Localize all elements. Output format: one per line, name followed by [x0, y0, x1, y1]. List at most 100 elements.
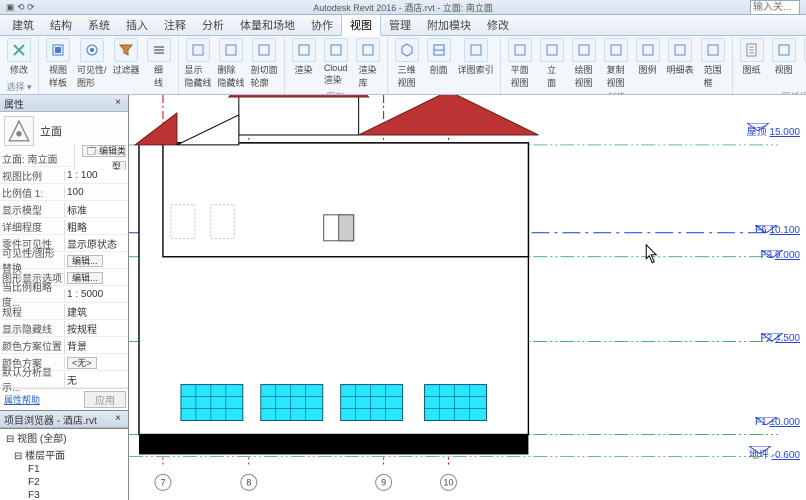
menu-tab-体量和场地[interactable]: 体量和场地 — [232, 15, 303, 35]
scope-button[interactable]: 范围框 — [698, 37, 728, 90]
level-label[interactable]: F6 10.100 — [755, 225, 800, 236]
ribbon-group: 三维视图剖面详图索引 — [388, 36, 501, 94]
tree-node[interactable]: ⊟ 楼层平面 — [0, 446, 128, 463]
prop-value[interactable]: 按规程 — [64, 321, 128, 336]
menu-tab-建筑[interactable]: 建筑 — [4, 15, 42, 35]
prop-value[interactable]: 编辑... — [64, 254, 128, 267]
browser-title: 项目浏览器 - 酒店.rvt — [4, 412, 97, 427]
draft-button[interactable]: 绘图视图 — [569, 37, 599, 90]
ribbon-group: 修改选择 ▾ — [0, 36, 39, 94]
menu-tab-插入[interactable]: 插入 — [118, 15, 156, 35]
menu-tab-管理[interactable]: 管理 — [381, 15, 419, 35]
tree-node[interactable]: F2 — [0, 476, 128, 489]
menu-tab-分析[interactable]: 分析 — [194, 15, 232, 35]
sheet-button[interactable]: 图纸 — [737, 37, 767, 90]
prop-value[interactable]: 建筑 — [64, 304, 128, 319]
prop-row: 详细程度粗略 — [0, 218, 128, 235]
title-button[interactable]: 标题栏 — [801, 37, 806, 90]
ribbon-group: 视图样板可见性/图形过滤器细线 — [39, 36, 179, 94]
menu-tab-修改[interactable]: 修改 — [479, 15, 517, 35]
tree-node[interactable]: F3 — [0, 489, 128, 500]
menu-tab-系统[interactable]: 系统 — [80, 15, 118, 35]
menu-tab-附加模块[interactable]: 附加模块 — [419, 15, 479, 35]
menu-tab-结构[interactable]: 结构 — [42, 15, 80, 35]
props-help[interactable]: 属性帮助 — [2, 391, 84, 408]
detail-button[interactable]: 详图索引 — [456, 37, 496, 90]
menu-tab-协作[interactable]: 协作 — [303, 15, 341, 35]
type-name: 立面 — [40, 123, 62, 139]
schedule-button[interactable]: 明细表 — [665, 37, 696, 90]
prop-row: 比例值 1:100 — [0, 184, 128, 201]
prop-key: 比例值 1: — [0, 185, 64, 200]
ribbon-group: 渲染Cloud渲染渲染库图形 — [285, 36, 388, 94]
render-gallery-button[interactable]: 渲染库 — [353, 37, 383, 90]
search-input[interactable] — [750, 0, 800, 15]
dup-button[interactable]: 复制视图 — [601, 37, 631, 90]
menu-tab-注释[interactable]: 注释 — [156, 15, 194, 35]
prop-value[interactable]: 粗略 — [64, 219, 128, 234]
doc-name: 酒店.rvt - 立面: 南立面 — [404, 3, 493, 13]
prop-value[interactable]: 背景 — [64, 338, 128, 353]
plan-icon — [508, 38, 532, 62]
render-gallery-icon — [356, 38, 380, 62]
legend-button[interactable]: 图例 — [633, 37, 663, 90]
view-button[interactable]: 视图 — [769, 37, 799, 90]
plan-button[interactable]: 平面视图 — [505, 37, 535, 90]
level-label[interactable]: 屋顶 15.000 — [747, 123, 800, 138]
edit-type-button[interactable]: 🗔 编辑类型 — [82, 145, 126, 173]
menu-tab-视图[interactable]: 视图 — [341, 14, 381, 36]
prop-value[interactable]: 100 — [64, 187, 128, 198]
prop-row: 规程建筑 — [0, 303, 128, 320]
sheet-icon — [740, 38, 764, 62]
close-icon[interactable]: × — [112, 97, 124, 109]
level-label[interactable]: F1 ±0.000 — [755, 417, 800, 428]
level-label[interactable]: 地坪 -0.600 — [749, 446, 800, 461]
apply-button[interactable]: 应用 — [84, 391, 126, 408]
prop-row: 显示隐藏线按规程 — [0, 320, 128, 337]
remove-hidden-button[interactable]: 删除隐藏线 — [216, 37, 247, 90]
prop-value[interactable]: 编辑... — [64, 271, 128, 284]
prop-value[interactable]: 显示原状态 — [64, 236, 128, 251]
filter-button[interactable]: 过滤器 — [111, 37, 142, 90]
prop-value[interactable]: <无> — [64, 356, 128, 369]
ribbon-tabs: 建筑结构系统插入注释分析体量和场地协作视图管理附加模块修改 — [0, 15, 806, 36]
modify-button[interactable]: 修改 — [4, 37, 34, 77]
properties-header: 属性 × — [0, 95, 128, 112]
prop-value[interactable]: 标准 — [64, 202, 128, 217]
level-label[interactable]: F2 4.500 — [761, 333, 800, 344]
show-hidden-button[interactable]: 显示隐藏线 — [183, 37, 214, 90]
close-icon[interactable]: × — [112, 413, 124, 425]
qat[interactable]: ▣ ⟲ ⟳ — [6, 2, 35, 13]
elev-button[interactable]: 立面 — [537, 37, 567, 90]
level-label[interactable]: F3 9.000 — [761, 250, 800, 261]
prop-key: 规程 — [0, 304, 64, 319]
visibility-button[interactable]: 可见性/图形 — [75, 37, 109, 90]
prop-value[interactable]: 1 : 5000 — [64, 289, 128, 300]
tree-node[interactable]: ⊟ 视图 (全部) — [0, 429, 128, 446]
instance-selector[interactable]: 立面: 南立面 — [0, 151, 74, 166]
cut-profile-icon — [252, 38, 276, 62]
filter-icon — [114, 38, 138, 62]
svg-text:10: 10 — [444, 477, 454, 487]
properties-panel: 立面 立面: 南立面 🗔 编辑类型 视图比例1 : 100比例值 1:100显示… — [0, 112, 128, 410]
drawing-canvas[interactable]: 78910 屋顶 15.000F6 10.100F3 9.000F2 4.500… — [129, 95, 806, 500]
cloud-button[interactable]: Cloud渲染 — [321, 37, 351, 90]
prop-value[interactable]: 无 — [64, 372, 128, 387]
prop-value[interactable]: 1 : 100 — [64, 170, 128, 181]
draft-icon — [572, 38, 596, 62]
tree-node[interactable]: F1 — [0, 463, 128, 476]
view-templates-button[interactable]: 视图样板 — [43, 37, 73, 90]
cloud-icon — [324, 38, 348, 62]
3d-icon — [395, 38, 419, 62]
section-button[interactable]: 剖面 — [424, 37, 454, 90]
view-templates-icon — [46, 38, 70, 62]
ribbon-group: 平面视图立面绘图视图复制视图图例明细表范围框创建 — [501, 36, 733, 94]
thin-icon — [147, 38, 171, 62]
section-icon — [427, 38, 451, 62]
thin-button[interactable]: 细线 — [144, 37, 174, 90]
dup-icon — [604, 38, 628, 62]
render-button[interactable]: 渲染 — [289, 37, 319, 90]
3d-button[interactable]: 三维视图 — [392, 37, 422, 90]
cut-profile-button[interactable]: 剖切面轮廓 — [249, 37, 280, 90]
prop-key: 颜色方案位置 — [0, 338, 64, 353]
